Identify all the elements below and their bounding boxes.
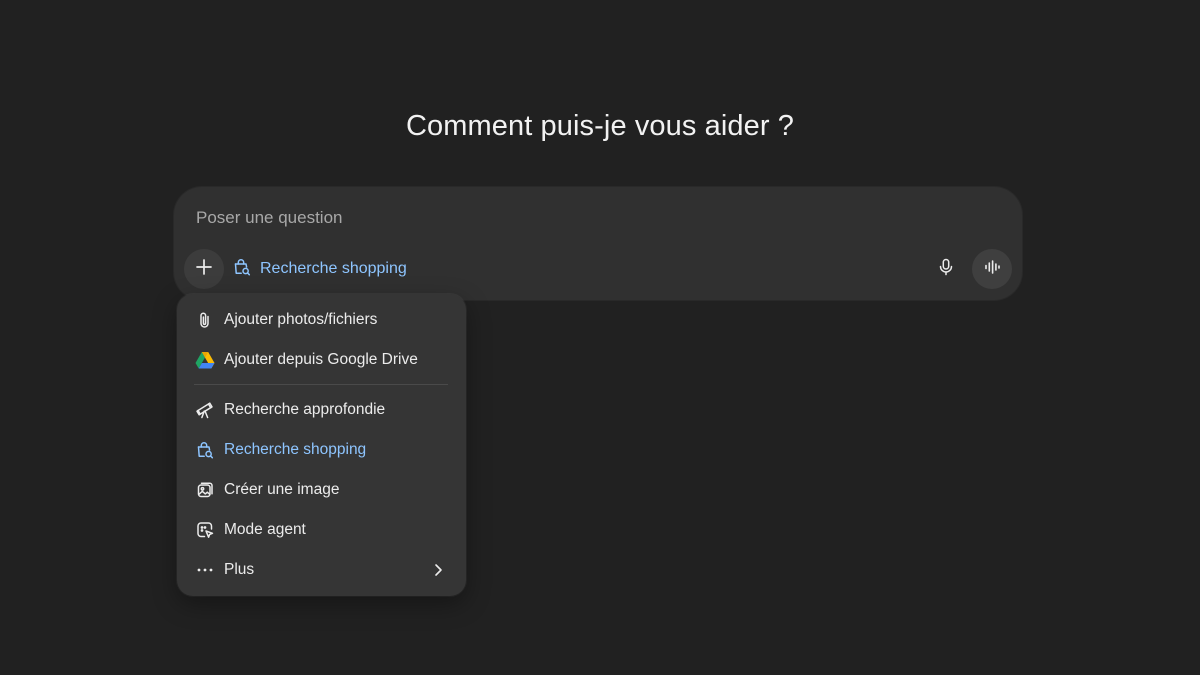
chevron-right-icon <box>428 560 448 580</box>
page-title: Comment puis-je vous aider ? <box>405 110 795 142</box>
menu-item-label: Plus <box>224 561 255 578</box>
menu-item-label: Recherche approfondie <box>224 401 386 418</box>
tools-menu: Ajouter photos/fichiers Ajouter depuis G… <box>177 294 466 596</box>
prompt-input[interactable] <box>196 205 896 231</box>
menu-item-label: Ajouter photos/fichiers <box>224 311 378 328</box>
menu-item-google-drive[interactable]: Ajouter depuis Google Drive <box>177 340 466 380</box>
telescope-icon <box>195 400 215 420</box>
google-drive-icon <box>195 350 215 370</box>
image-icon <box>195 480 215 500</box>
voice-mode-button[interactable] <box>972 249 1012 289</box>
menu-item-label: Mode agent <box>224 521 306 538</box>
menu-item-label: Recherche shopping <box>224 441 367 458</box>
menu-item-agent-mode[interactable]: Mode agent <box>177 510 466 550</box>
menu-item-create-image[interactable]: Créer une image <box>177 470 466 510</box>
agent-cursor-icon <box>195 520 215 540</box>
voice-waveform-icon <box>982 257 1002 282</box>
shopping-bag-search-icon <box>232 257 252 282</box>
page: Comment puis-je vous aider ? Recherche <box>0 0 1200 675</box>
microphone-button[interactable] <box>932 255 960 283</box>
menu-item-label: Créer une image <box>224 481 340 498</box>
menu-item-add-files[interactable]: Ajouter photos/fichiers <box>177 300 466 340</box>
menu-item-more[interactable]: Plus <box>177 550 466 590</box>
add-button[interactable] <box>184 249 224 289</box>
paperclip-icon <box>195 310 215 330</box>
plus-icon <box>194 257 214 282</box>
menu-item-deep-research[interactable]: Recherche approfondie <box>177 390 466 430</box>
active-tool-label: Recherche shopping <box>260 260 407 277</box>
menu-item-shopping-research[interactable]: Recherche shopping <box>177 430 466 470</box>
shopping-bag-search-icon <box>195 440 215 460</box>
microphone-icon <box>936 257 956 282</box>
more-dots-icon <box>195 560 215 580</box>
menu-divider <box>194 384 448 385</box>
active-tool-chip[interactable]: Recherche shopping <box>232 255 407 283</box>
menu-item-label: Ajouter depuis Google Drive <box>224 351 418 368</box>
composer: Recherche shopping <box>174 187 1022 300</box>
